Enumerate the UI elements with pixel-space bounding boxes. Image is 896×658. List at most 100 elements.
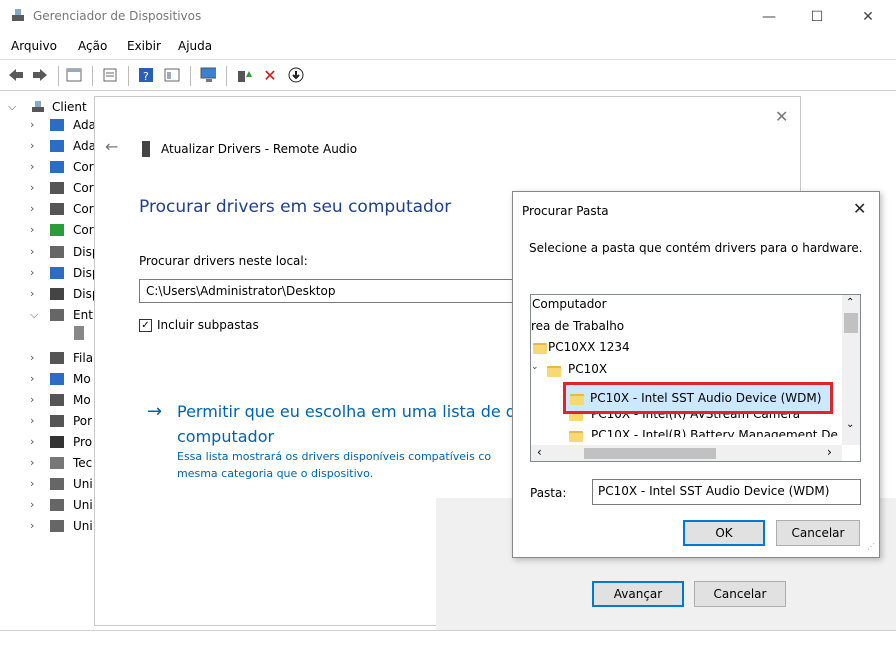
- chevron-right-icon[interactable]: ›: [30, 351, 34, 364]
- cancel-button[interactable]: Cancelar: [694, 581, 786, 607]
- folder-tree-list[interactable]: Computador rea de Trabalho PC10XX 1234 ⌄…: [530, 294, 861, 462]
- tree-item-label: Ada: [73, 139, 96, 153]
- menu-acao[interactable]: Ação: [78, 39, 107, 53]
- tree-root[interactable]: ⌵ Client: [0, 97, 96, 117]
- tree-item[interactable]: › Fila: [0, 348, 96, 368]
- chevron-right-icon[interactable]: ›: [30, 456, 34, 469]
- help-icon[interactable]: ?: [138, 67, 154, 83]
- device-icon: [50, 288, 64, 300]
- include-subfolders-label[interactable]: Incluir subpastas: [157, 318, 259, 332]
- chevron-down-icon[interactable]: ⌄: [531, 362, 539, 372]
- selected-list-item[interactable]: PC10X - Intel SST Audio Device (WDM): [590, 391, 821, 405]
- tree-item[interactable]: › Ada: [0, 115, 96, 135]
- tree-item[interactable]: › Disp: [0, 284, 99, 304]
- tree-item[interactable]: › Uni: [0, 516, 96, 536]
- list-item[interactable]: PC10XX 1234: [548, 340, 630, 354]
- horizontal-scrollbar[interactable]: ‹ ›: [531, 445, 842, 461]
- chevron-right-icon[interactable]: ›: [30, 118, 34, 131]
- ok-button[interactable]: OK: [683, 520, 765, 546]
- pick-from-list-link[interactable]: Permitir que eu escolha em uma lista de …: [177, 402, 516, 421]
- scroll-down-icon[interactable]: ⌄: [846, 419, 854, 430]
- view-icon[interactable]: [164, 67, 180, 83]
- resize-grip-icon[interactable]: ⋰: [867, 542, 875, 551]
- scroll-right-icon[interactable]: ›: [827, 445, 832, 459]
- tree-item[interactable]: › Por: [0, 411, 96, 431]
- update-driver-icon[interactable]: [236, 67, 252, 83]
- list-item[interactable]: PC10X - Intel(R) Battery Management De: [591, 428, 838, 437]
- tree-item[interactable]: › Uni: [0, 474, 96, 494]
- chevron-right-icon[interactable]: ›: [30, 477, 34, 490]
- chevron-down-icon[interactable]: ⌵: [8, 100, 16, 114]
- tree-item[interactable]: › Cor: [0, 220, 96, 240]
- speaker-icon[interactable]: [74, 326, 84, 340]
- show-hide-tree-icon[interactable]: [66, 67, 82, 83]
- port-icon: [50, 415, 64, 427]
- device-manager-icon: [12, 9, 24, 21]
- chevron-right-icon[interactable]: ›: [30, 372, 34, 385]
- tree-item[interactable]: › Cor: [0, 199, 96, 219]
- tree-item[interactable]: › Cor: [0, 178, 96, 198]
- include-subfolders-checkbox[interactable]: ✓: [139, 319, 152, 332]
- computer-icon: [32, 101, 44, 112]
- minimize-button[interactable]: —: [746, 0, 792, 33]
- tree-item[interactable]: › Pro: [0, 432, 96, 452]
- close-window-button[interactable]: ✕: [845, 0, 891, 33]
- chevron-right-icon[interactable]: ›: [30, 245, 34, 258]
- tree-item[interactable]: › Mo: [0, 369, 96, 389]
- chevron-right-icon[interactable]: ›: [30, 519, 34, 532]
- cancel-button[interactable]: Cancelar: [776, 520, 860, 546]
- folder-input[interactable]: PC10X - Intel SST Audio Device (WDM): [592, 479, 861, 505]
- chevron-down-icon[interactable]: ⌵: [30, 308, 38, 322]
- horizontal-scroll-thumb[interactable]: [584, 448, 716, 459]
- menu-ajuda[interactable]: Ajuda: [178, 39, 212, 53]
- monitor-icon: [50, 373, 64, 385]
- close-icon[interactable]: ✕: [775, 107, 788, 126]
- uninstall-x-icon[interactable]: ✕: [262, 66, 278, 85]
- back-arrow-icon[interactable]: [8, 67, 24, 83]
- tree-item[interactable]: › Mo: [0, 390, 96, 410]
- download-circle-icon[interactable]: [288, 67, 304, 83]
- chevron-right-icon[interactable]: ›: [30, 202, 34, 215]
- maximize-button[interactable]: ☐: [794, 0, 840, 33]
- tree-item[interactable]: › Cor: [0, 157, 96, 177]
- chevron-right-icon[interactable]: ›: [30, 435, 34, 448]
- chevron-right-icon[interactable]: ›: [30, 393, 34, 406]
- chevron-right-icon[interactable]: ›: [30, 498, 34, 511]
- tree-item[interactable]: › Disp: [0, 242, 99, 262]
- tree-item-label: Mo: [73, 372, 91, 386]
- tree-item[interactable]: ⌵ Entr: [0, 305, 98, 325]
- list-item[interactable]: PC10X: [568, 362, 607, 376]
- keyboard-icon: [50, 457, 64, 469]
- properties-icon[interactable]: [102, 67, 118, 83]
- status-bar: [0, 630, 896, 658]
- chevron-right-icon[interactable]: ›: [30, 223, 34, 236]
- forward-arrow-icon[interactable]: [32, 67, 48, 83]
- menu-arquivo[interactable]: Arquivo: [11, 39, 57, 53]
- menu-exibir[interactable]: Exibir: [127, 39, 161, 53]
- tree-item[interactable]: › Tec: [0, 453, 96, 473]
- pick-from-list-link-line2[interactable]: computador: [177, 427, 274, 446]
- close-icon[interactable]: ✕: [853, 199, 866, 218]
- vertical-scrollbar[interactable]: ⌃ ⌄: [842, 295, 860, 445]
- scroll-left-icon[interactable]: ‹: [537, 445, 542, 459]
- chevron-right-icon[interactable]: ›: [30, 287, 34, 300]
- chevron-right-icon[interactable]: ›: [30, 181, 34, 194]
- folder-icon: [533, 343, 547, 354]
- list-item[interactable]: Computador: [532, 297, 607, 311]
- tree-item[interactable]: › Disp: [0, 263, 99, 283]
- chevron-right-icon[interactable]: ›: [30, 160, 34, 173]
- vertical-scroll-thumb[interactable]: [844, 313, 858, 333]
- chevron-right-icon[interactable]: ›: [30, 414, 34, 427]
- tree-item[interactable]: › Uni: [0, 495, 96, 515]
- tree-item-label: Cor: [73, 181, 94, 195]
- list-item[interactable]: rea de Trabalho: [531, 319, 624, 333]
- chevron-right-icon[interactable]: ›: [30, 266, 34, 279]
- scan-hardware-icon[interactable]: [200, 67, 216, 83]
- chevron-right-icon[interactable]: ›: [30, 139, 34, 152]
- scroll-up-icon[interactable]: ⌃: [846, 297, 854, 308]
- back-arrow-icon[interactable]: ←: [105, 137, 118, 156]
- tree-item-label: Pro: [73, 435, 93, 449]
- next-button[interactable]: Avançar: [592, 581, 684, 607]
- path-input[interactable]: C:\Users\Administrator\Desktop: [139, 279, 519, 303]
- tree-item[interactable]: › Ada: [0, 136, 96, 156]
